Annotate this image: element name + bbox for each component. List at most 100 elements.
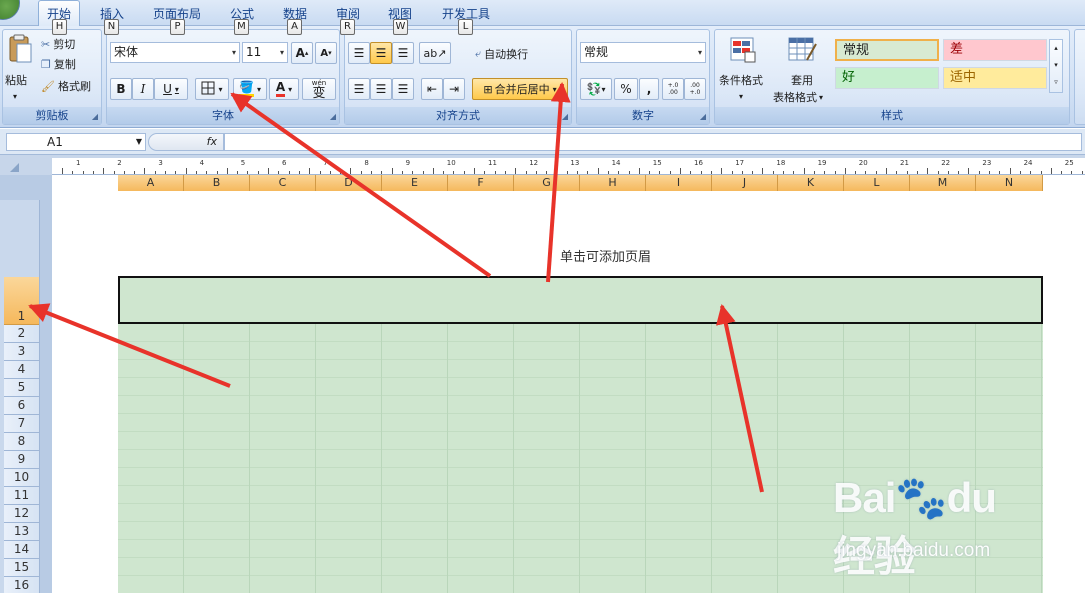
font-size-select[interactable]: 11 ▾: [242, 42, 288, 63]
row-header-1[interactable]: 1: [4, 277, 39, 325]
ruler-tick: [268, 168, 269, 174]
ruler-number: 5: [240, 159, 246, 167]
ruler-tick: [1050, 168, 1052, 174]
align-right-button[interactable]: ☰: [392, 78, 414, 100]
merged-cell-a1[interactable]: [118, 276, 1043, 324]
cut-button[interactable]: ✂ 剪切: [41, 34, 75, 54]
percent-button[interactable]: %: [614, 78, 638, 100]
row-header-4[interactable]: 4: [4, 361, 39, 379]
row-header-14[interactable]: 14: [4, 541, 39, 559]
paste-icon[interactable]: [7, 34, 33, 64]
conditional-format-icon[interactable]: [729, 36, 757, 64]
clipboard-launcher-icon[interactable]: ◢: [92, 112, 98, 121]
style-normal[interactable]: 常规: [835, 39, 939, 61]
row-header-10[interactable]: 10: [4, 469, 39, 487]
grow-font-button[interactable]: A ▴: [291, 42, 313, 64]
horizontal-ruler[interactable]: 1 2 3 4 5 6 7 8 9 10 11 12 13 14 15 16 17 18 19 20 21 22 23 24 2…: [52, 158, 1085, 175]
merge-center-button[interactable]: ⊞ 合并后居中 ▾: [472, 78, 568, 100]
currency-button[interactable]: 💱 ▾: [580, 78, 612, 100]
ruler-number: 13: [570, 159, 580, 167]
ruler-tick: [103, 168, 105, 174]
format-painter-label: 格式刷: [57, 80, 91, 93]
ruler-tick: [752, 171, 754, 174]
chevron-down-icon[interactable]: ▾: [739, 86, 743, 106]
orientation-button[interactable]: ab↗: [419, 42, 451, 64]
phonetic-button[interactable]: wén 变: [302, 78, 336, 100]
ruler-tick: [371, 171, 372, 174]
style-good[interactable]: 好: [835, 67, 939, 89]
row-header-5[interactable]: 5: [4, 379, 39, 397]
ruler-tick: [175, 171, 177, 174]
column-header-l[interactable]: L: [844, 175, 910, 191]
align-left-button[interactable]: ☰: [348, 78, 370, 100]
wrap-text-button[interactable]: ⤶ 自动换行: [475, 44, 528, 64]
ruler-tick: [690, 171, 692, 174]
table-format-icon[interactable]: [787, 36, 817, 64]
keytip-view: W: [393, 19, 408, 35]
column-header-h[interactable]: H: [580, 175, 646, 191]
font-name-select[interactable]: 宋体 ▾: [110, 42, 240, 63]
header-hint[interactable]: 单击可添加页眉: [560, 246, 651, 265]
increase-indent-button[interactable]: ⇥: [443, 78, 465, 100]
number-launcher-icon[interactable]: ◢: [700, 112, 706, 121]
column-header-c[interactable]: C: [250, 175, 316, 191]
ruler-tick: [237, 171, 239, 174]
column-header-i[interactable]: I: [646, 175, 712, 191]
number-format-select[interactable]: 常规 ▾: [580, 42, 706, 63]
row-header-16[interactable]: 16: [4, 577, 39, 593]
row-header-15[interactable]: 15: [4, 559, 39, 577]
column-header-n[interactable]: N: [976, 175, 1043, 191]
align-center-button[interactable]: ☰: [370, 78, 392, 100]
row-header-11[interactable]: 11: [4, 487, 39, 505]
borders-button[interactable]: ▾: [195, 78, 229, 100]
column-header-k[interactable]: K: [778, 175, 844, 191]
column-header-j[interactable]: J: [712, 175, 778, 191]
table-format-button[interactable]: 表格格式 ▾: [773, 87, 823, 107]
style-bad[interactable]: 差: [943, 39, 1047, 61]
row-header-12[interactable]: 12: [4, 505, 39, 523]
align-bottom-button[interactable]: ☰: [392, 42, 414, 64]
increase-decimal-button[interactable]: +.0 .00: [662, 78, 684, 100]
align-top-button[interactable]: ☰: [348, 42, 370, 64]
column-header-f[interactable]: F: [448, 175, 514, 191]
row-header-8[interactable]: 8: [4, 433, 39, 451]
style-neutral[interactable]: 适中: [943, 67, 1047, 89]
format-painter-button[interactable]: 🖌 格式刷: [41, 76, 91, 96]
insert-function-button[interactable]: fx: [148, 133, 224, 151]
styles-scroll[interactable]: ▴ ▾ ▿: [1049, 39, 1063, 93]
font-color-button[interactable]: A ▾: [269, 78, 299, 100]
shrink-font-button[interactable]: A ▾: [315, 42, 337, 64]
row-header-13[interactable]: 13: [4, 523, 39, 541]
column-header-e[interactable]: E: [382, 175, 448, 191]
decrease-decimal-button[interactable]: .00 +.0: [684, 78, 706, 100]
column-header-d[interactable]: D: [316, 175, 382, 191]
row-header-9[interactable]: 9: [4, 451, 39, 469]
name-box[interactable]: A1 ▼: [6, 133, 146, 151]
office-button[interactable]: [0, 0, 20, 20]
ruler-tick: [329, 171, 331, 174]
column-header-b[interactable]: B: [184, 175, 250, 191]
copy-button[interactable]: ❐ 复制: [41, 54, 76, 74]
align-middle-button[interactable]: ☰: [370, 42, 392, 64]
ruler-tick: [731, 171, 733, 174]
row-header-7[interactable]: 7: [4, 415, 39, 433]
row-header-2[interactable]: 2: [4, 325, 39, 343]
underline-button[interactable]: U ▾: [154, 78, 188, 100]
ruler-tick: [618, 171, 620, 174]
italic-button[interactable]: I: [132, 78, 154, 100]
column-header-m[interactable]: M: [910, 175, 976, 191]
comma-button[interactable]: ,: [639, 78, 659, 100]
column-header-a[interactable]: A: [118, 175, 184, 191]
decrease-indent-button[interactable]: ⇤: [421, 78, 443, 100]
ruler-number: 24: [1023, 159, 1033, 167]
fill-color-button[interactable]: 🪣 ▾: [233, 78, 267, 100]
font-launcher-icon[interactable]: ◢: [330, 112, 336, 121]
row-header-3[interactable]: 3: [4, 343, 39, 361]
alignment-launcher-icon[interactable]: ◢: [562, 112, 568, 121]
row-header-6[interactable]: 6: [4, 397, 39, 415]
select-all-corner[interactable]: [10, 163, 19, 172]
column-header-g[interactable]: G: [514, 175, 580, 191]
paste-dropdown-icon[interactable]: ▾: [13, 86, 17, 106]
bold-button[interactable]: B: [110, 78, 132, 100]
formula-input[interactable]: [224, 133, 1082, 151]
